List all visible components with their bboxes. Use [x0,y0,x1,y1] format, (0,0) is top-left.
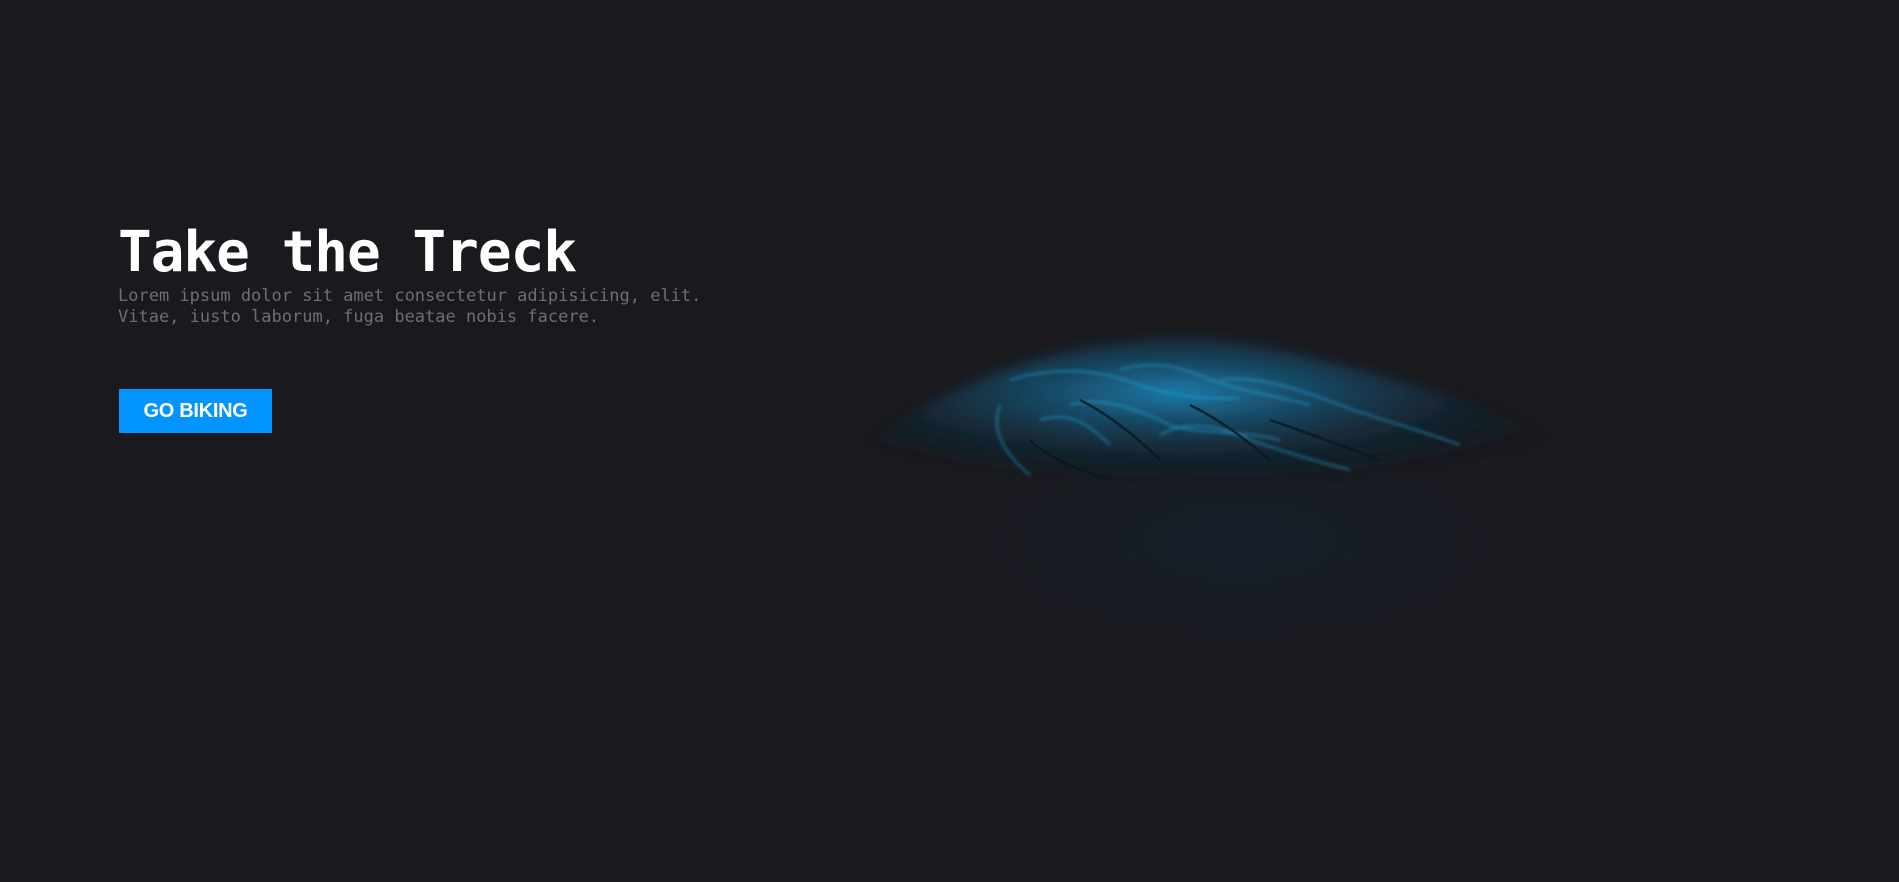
hero-subtitle: Lorem ipsum dolor sit amet consectetur a… [118,286,758,328]
hero-title: Take the Treck [118,220,577,285]
go-biking-button[interactable]: GO BIKING [119,389,272,433]
hero-subtitle-line-1: Lorem ipsum dolor sit amet consectetur a… [118,286,702,306]
mountain-image [840,337,1640,670]
hero-section: Take the Treck Lorem ipsum dolor sit ame… [0,0,1899,882]
hero-text-block: Take the Treck Lorem ipsum dolor sit ame… [118,220,758,328]
hero-subtitle-line-2: Vitae, iusto laborum, fuga beatae nobis … [118,307,600,327]
